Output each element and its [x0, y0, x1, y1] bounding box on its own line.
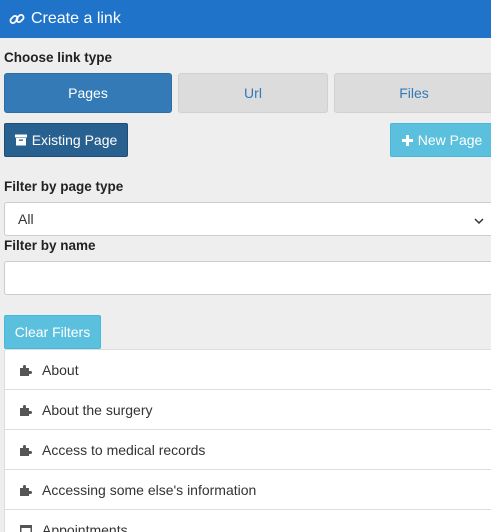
filter-name-input[interactable]	[4, 261, 491, 295]
plus-icon	[401, 134, 413, 146]
page-list-item[interactable]: About	[4, 349, 491, 390]
filter-type-label: Filter by page type	[4, 179, 124, 194]
existing-page-button[interactable]: Existing Page	[4, 123, 128, 157]
pages-list: About About the surgery Access to medica…	[4, 349, 491, 532]
page-item-label: About	[42, 361, 79, 378]
dialog-header: Create a link	[0, 0, 491, 38]
new-page-button[interactable]: New Page	[390, 123, 491, 157]
filter-name-label: Filter by name	[4, 238, 96, 253]
clear-filters-button[interactable]: Clear Filters	[4, 315, 101, 349]
link-type-files-button[interactable]: Files	[334, 73, 491, 113]
existing-page-label: Existing Page	[31, 132, 118, 148]
page-list-item[interactable]: Access to medical records	[4, 429, 491, 470]
puzzle-icon	[19, 443, 35, 457]
link-icon	[8, 10, 26, 28]
puzzle-icon	[19, 363, 35, 377]
page-item-label: Accessing some else's information	[42, 481, 257, 498]
new-page-label: New Page	[417, 132, 483, 148]
link-type-label: Choose link type	[4, 50, 113, 65]
puzzle-icon	[19, 403, 35, 417]
puzzle-icon	[19, 483, 35, 497]
dialog-title: Create a link	[31, 10, 121, 27]
page-type-value: All	[18, 211, 34, 227]
page-list-item[interactable]: Appointments	[4, 509, 491, 532]
page-item-label: About the surgery	[42, 401, 153, 418]
calendar-icon	[19, 523, 35, 532]
page-type-select[interactable]: All	[4, 202, 491, 236]
page-item-label: Access to medical records	[42, 441, 206, 458]
page-list-item[interactable]: About the surgery	[4, 389, 491, 430]
link-type-pages-button[interactable]: Pages	[4, 73, 172, 113]
page-item-label: Appointments	[42, 521, 128, 532]
archive-icon	[14, 134, 27, 146]
link-type-url-button[interactable]: Url	[178, 73, 328, 113]
page-list-item[interactable]: Accessing some else's information	[4, 469, 491, 510]
chevron-down-icon	[473, 214, 485, 226]
